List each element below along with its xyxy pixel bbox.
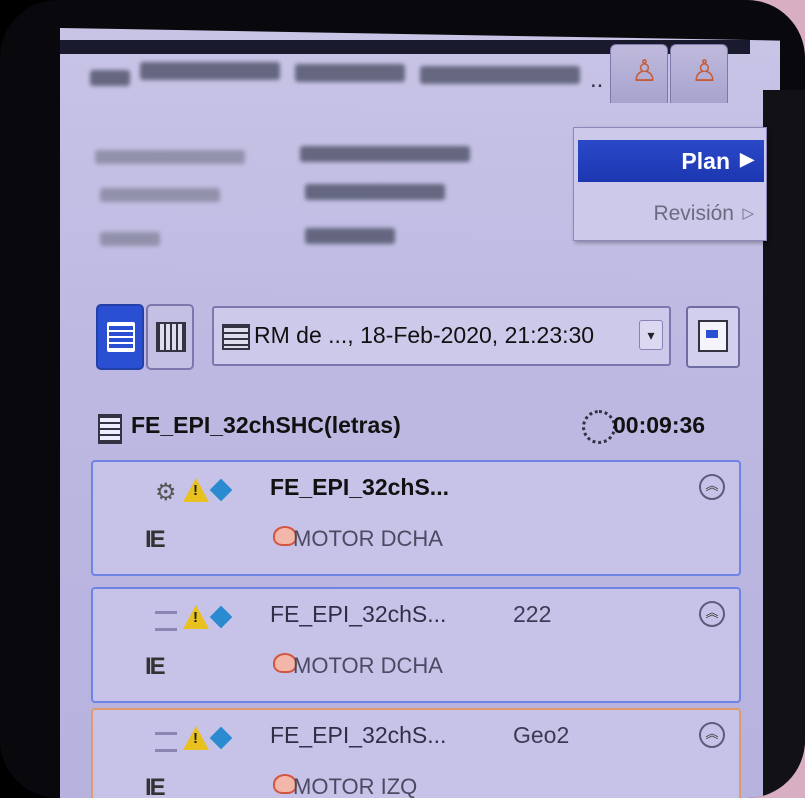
exam-select[interactable]: RM de ..., 18-Feb-2020, 21:23:30 ▾ <box>212 306 671 366</box>
step-name: FE_EPI_32chS... <box>270 722 447 748</box>
sequence-step-2[interactable]: FE_EPI_32chS... 222 ︽ IE MOTOR DCHA <box>91 587 741 703</box>
step-status-icons: ⚙ <box>155 478 245 508</box>
blurred-label <box>100 188 220 202</box>
patient-tab-1[interactable]: ♙ <box>610 44 668 103</box>
submenu-arrow-icon: ▶ <box>740 149 754 169</box>
blurred-text <box>420 66 580 84</box>
right-dark-area <box>763 90 805 798</box>
timer-icon <box>582 410 616 444</box>
person-icon: ♙ <box>631 55 658 88</box>
collapse-icon[interactable]: ︽ <box>699 722 725 748</box>
diamond-icon <box>209 605 233 629</box>
equals-icon <box>155 611 177 631</box>
sequence-step-1[interactable]: ⚙ FE_EPI_32chS... ︽ IE MOTOR DCHA <box>91 460 741 576</box>
overflow-dots: .. <box>590 66 604 93</box>
blurred-label <box>95 150 245 164</box>
step-coil: MOTOR DCHA <box>293 653 443 678</box>
exam-select-value: RM de ..., 18-Feb-2020, 21:23:30 <box>254 322 595 348</box>
submenu-arrow-icon: ▷ <box>742 205 754 222</box>
menu-item-label: Plan <box>681 148 730 174</box>
menu-item-revision[interactable]: Revisión ▷ <box>578 196 764 232</box>
step-name: FE_EPI_32chS... <box>270 601 447 627</box>
coil-icon: IE <box>145 774 166 798</box>
blurred-value <box>305 184 445 200</box>
menu-item-label: Revisión <box>653 202 734 225</box>
collapse-icon[interactable]: ︽ <box>699 601 725 627</box>
blurred-text <box>90 70 130 86</box>
export-icon <box>698 320 728 352</box>
list-view-icon <box>107 322 135 352</box>
menu-item-plan[interactable]: Plan ▶ <box>578 140 764 182</box>
step-column: Geo2 <box>513 722 570 748</box>
chevron-down-icon[interactable]: ▾ <box>639 320 663 350</box>
warning-icon <box>183 478 209 502</box>
step-column: 222 <box>513 601 552 627</box>
calendar-grid-icon <box>156 322 186 352</box>
blurred-text <box>140 62 280 80</box>
blurred-text <box>295 64 405 82</box>
blurred-label <box>100 232 160 246</box>
blurred-value <box>300 146 470 162</box>
step-status-icons <box>155 605 245 635</box>
warning-icon <box>183 726 209 750</box>
sequence-step-3[interactable]: FE_EPI_32chS... Geo2 ︽ IE MOTOR IZQ <box>91 708 741 798</box>
tool-icon: ⚙ <box>155 479 177 506</box>
diamond-icon <box>209 478 233 502</box>
warning-icon <box>183 605 209 629</box>
context-menu: Plan ▶ Revisión ▷ <box>573 127 767 241</box>
diamond-icon <box>209 726 233 750</box>
protocol-icon <box>98 414 122 444</box>
step-status-icons <box>155 726 245 756</box>
blurred-value <box>305 228 395 244</box>
patient-tab-2[interactable]: ♙ <box>670 44 728 103</box>
equals-icon <box>155 732 177 752</box>
protocol-header[interactable]: FE_EPI_32chSHC(letras) 00:09:36 <box>93 410 743 450</box>
protocol-name: FE_EPI_32chSHC(letras) <box>131 412 401 438</box>
coil-icon: IE <box>145 653 166 680</box>
coil-icon: IE <box>145 526 166 553</box>
list-view-button[interactable] <box>96 304 144 370</box>
step-name: FE_EPI_32chS... <box>270 474 449 500</box>
photo-frame: .. ♙ ♙ Plan ▶ Revisión ▷ RM de ..., 18-F… <box>0 0 805 798</box>
export-button[interactable] <box>686 306 740 368</box>
step-coil: MOTOR DCHA <box>293 526 443 551</box>
person-icon: ♙ <box>691 55 718 88</box>
collapse-icon[interactable]: ︽ <box>699 474 725 500</box>
step-coil: MOTOR IZQ <box>293 774 418 798</box>
exam-icon <box>222 324 250 350</box>
protocol-duration: 00:09:36 <box>613 412 706 438</box>
grid-view-button[interactable] <box>146 304 194 370</box>
